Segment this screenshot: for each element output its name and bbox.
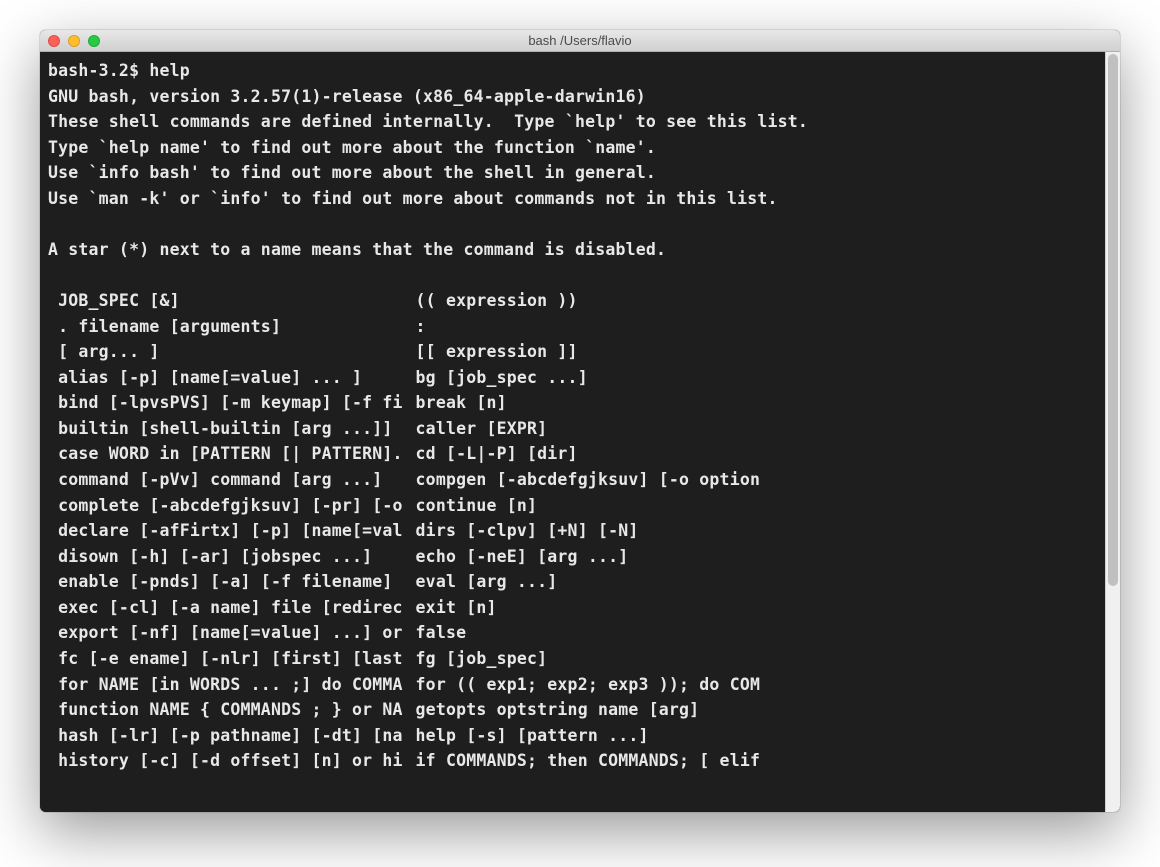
help-left-col: export [-nf] [name[=value] ...] or [48,620,416,646]
help-right-col: : [416,314,426,340]
output-line: A star (*) next to a name means that the… [48,237,1112,263]
window-title: bash /Users/flavio [40,33,1120,48]
help-command-list: JOB_SPEC [&](( expression )) . filename … [48,288,1112,774]
help-row: bind [-lpvsPVS] [-m keymap] [-f fibreak … [48,390,1112,416]
help-right-col: cd [-L|-P] [dir] [416,441,578,467]
help-row: builtin [shell-builtin [arg ...]]caller … [48,416,1112,442]
help-row: alias [-p] [name[=value] ... ]bg [job_sp… [48,365,1112,391]
help-row: . filename [arguments]: [48,314,1112,340]
traffic-lights [48,35,100,47]
help-row: fc [-e ename] [-nlr] [first] [lastfg [jo… [48,646,1112,672]
help-left-col: fc [-e ename] [-nlr] [first] [last [48,646,416,672]
help-right-col: continue [n] [416,493,538,519]
help-row: function NAME { COMMANDS ; } or NAgetopt… [48,697,1112,723]
help-left-col: JOB_SPEC [&] [48,288,416,314]
help-left-col: complete [-abcdefgjksuv] [-pr] [-o [48,493,416,519]
scrollbar-thumb[interactable] [1108,54,1118,586]
help-left-col: case WORD in [PATTERN [| PATTERN]. [48,441,416,467]
help-left-col: bind [-lpvsPVS] [-m keymap] [-f fi [48,390,416,416]
help-left-col: [ arg... ] [48,339,416,365]
output-line: Type `help name' to find out more about … [48,135,1112,161]
help-right-col: dirs [-clpv] [+N] [-N] [416,518,639,544]
help-right-col: bg [job_spec ...] [416,365,588,391]
help-left-col: command [-pVv] command [arg ...] [48,467,416,493]
help-left-col: declare [-afFirtx] [-p] [name[=val [48,518,416,544]
shell-prompt: bash-3.2$ [48,61,149,80]
help-left-col: for NAME [in WORDS ... ;] do COMMA [48,672,416,698]
help-row: export [-nf] [name[=value] ...] orfalse [48,620,1112,646]
help-right-col: echo [-neE] [arg ...] [416,544,629,570]
help-left-col: history [-c] [-d offset] [n] or hi [48,748,416,774]
help-right-col: false [416,620,467,646]
maximize-button[interactable] [88,35,100,47]
help-row: [ arg... ][[ expression ]] [48,339,1112,365]
help-right-col: break [n] [416,390,507,416]
help-left-col: exec [-cl] [-a name] file [redirec [48,595,416,621]
help-right-col: (( expression )) [416,288,578,314]
help-right-col: fg [job_spec] [416,646,548,672]
help-left-col: builtin [shell-builtin [arg ...]] [48,416,416,442]
help-left-col: hash [-lr] [-p pathname] [-dt] [na [48,723,416,749]
help-right-col: [[ expression ]] [416,339,578,365]
help-right-col: if COMMANDS; then COMMANDS; [ elif [416,748,761,774]
output-line [48,211,1112,237]
terminal-body[interactable]: bash-3.2$ help GNU bash, version 3.2.57(… [40,52,1120,812]
help-right-col: caller [EXPR] [416,416,548,442]
help-row: declare [-afFirtx] [-p] [name[=valdirs [… [48,518,1112,544]
output-line: Use `man -k' or `info' to find out more … [48,186,1112,212]
help-row: complete [-abcdefgjksuv] [-pr] [-ocontin… [48,493,1112,519]
minimize-button[interactable] [68,35,80,47]
help-right-col: compgen [-abcdefgjksuv] [-o option [416,467,761,493]
window-titlebar[interactable]: bash /Users/flavio [40,30,1120,52]
terminal-window: bash /Users/flavio bash-3.2$ help GNU ba… [40,30,1120,812]
help-left-col: alias [-p] [name[=value] ... ] [48,365,416,391]
close-button[interactable] [48,35,60,47]
output-line: These shell commands are defined interna… [48,109,1112,135]
help-row: for NAME [in WORDS ... ;] do COMMAfor ((… [48,672,1112,698]
help-right-col: for (( exp1; exp2; exp3 )); do COM [416,672,761,698]
output-header: GNU bash, version 3.2.57(1)-release (x86… [48,84,1112,289]
help-left-col: function NAME { COMMANDS ; } or NA [48,697,416,723]
help-row: exec [-cl] [-a name] file [redirecexit [… [48,595,1112,621]
help-row: JOB_SPEC [&](( expression )) [48,288,1112,314]
help-row: disown [-h] [-ar] [jobspec ...]echo [-ne… [48,544,1112,570]
prompt-line: bash-3.2$ help [48,58,1112,84]
help-left-col: disown [-h] [-ar] [jobspec ...] [48,544,416,570]
help-row: command [-pVv] command [arg ...]compgen … [48,467,1112,493]
help-row: enable [-pnds] [-a] [-f filename]eval [a… [48,569,1112,595]
help-right-col: getopts optstring name [arg] [416,697,700,723]
output-line: GNU bash, version 3.2.57(1)-release (x86… [48,84,1112,110]
help-right-col: eval [arg ...] [416,569,558,595]
help-right-col: exit [n] [416,595,497,621]
help-row: case WORD in [PATTERN [| PATTERN].cd [-L… [48,441,1112,467]
entered-command: help [149,61,190,80]
help-right-col: help [-s] [pattern ...] [416,723,649,749]
help-row: hash [-lr] [-p pathname] [-dt] [nahelp [… [48,723,1112,749]
output-line [48,263,1112,289]
help-left-col: . filename [arguments] [48,314,416,340]
vertical-scrollbar[interactable] [1105,52,1120,812]
output-line: Use `info bash' to find out more about t… [48,160,1112,186]
help-row: history [-c] [-d offset] [n] or hiif COM… [48,748,1112,774]
help-left-col: enable [-pnds] [-a] [-f filename] [48,569,416,595]
